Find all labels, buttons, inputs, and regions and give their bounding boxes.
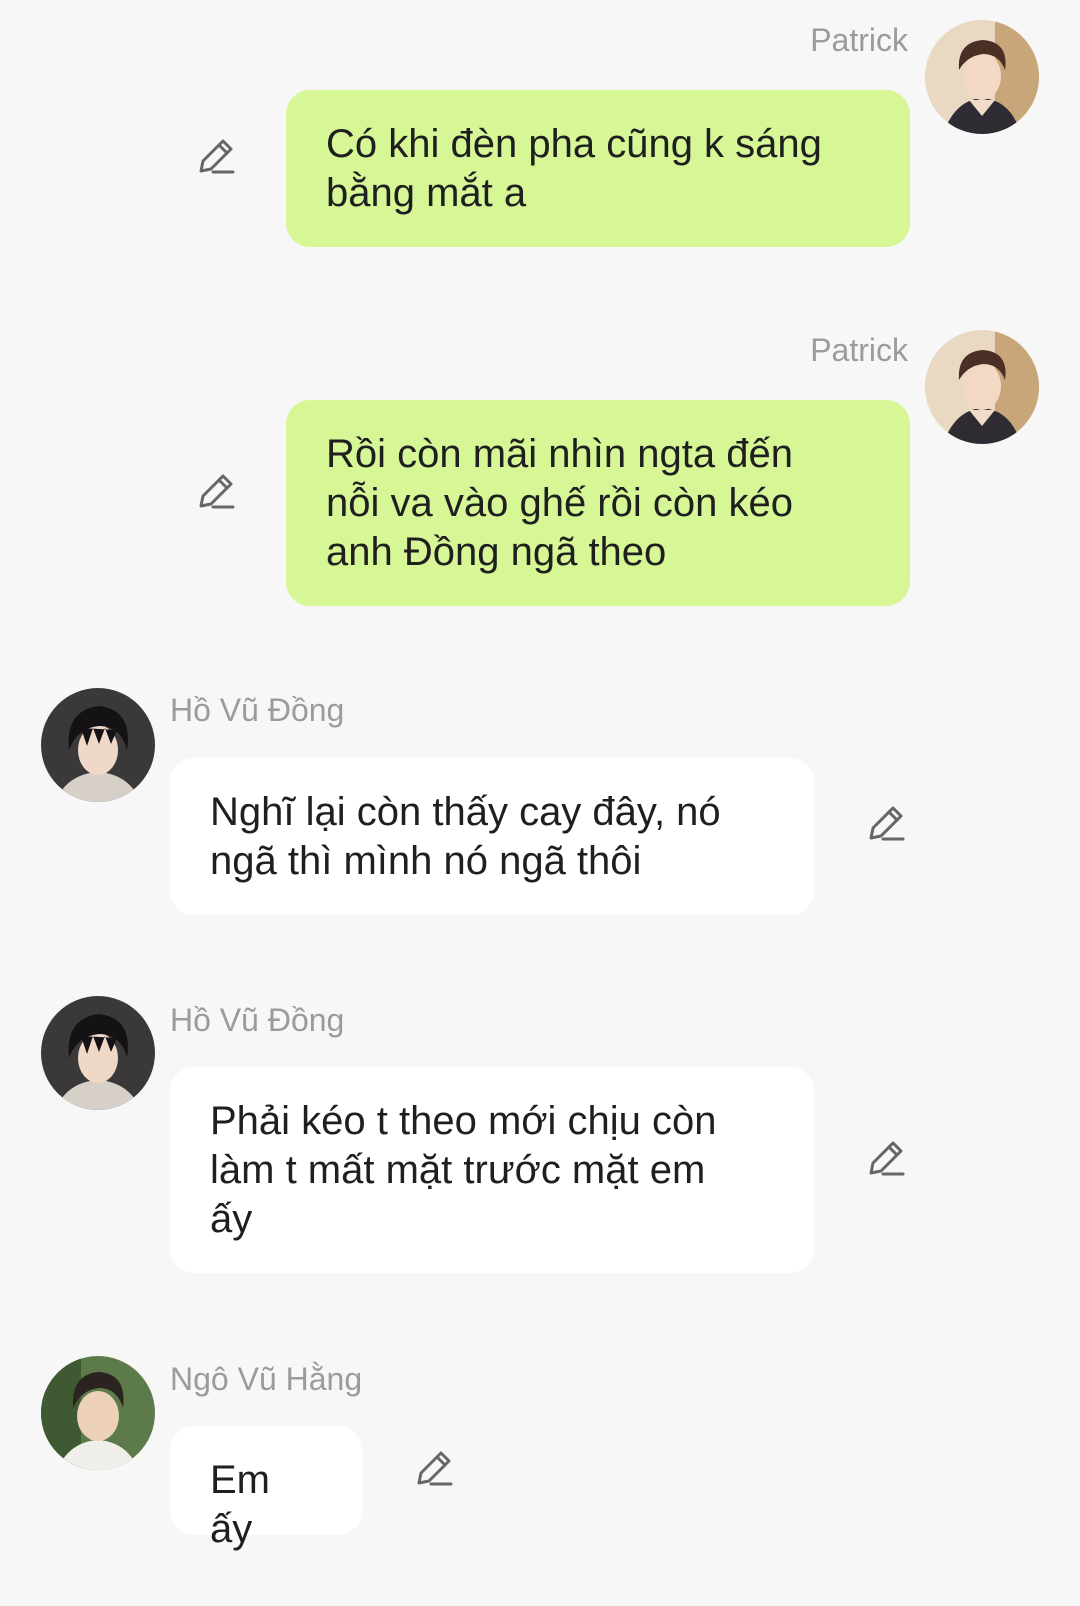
- message-text: Phải kéo t theo mới chịu còn làm t mất m…: [210, 1099, 717, 1241]
- avatar[interactable]: [41, 996, 155, 1110]
- message-text: Có khi đèn pha cũng k sáng bằng mắt a: [326, 122, 822, 215]
- avatar[interactable]: [41, 688, 155, 802]
- pencil-edit-icon[interactable]: [865, 1137, 907, 1179]
- sender-name: Ngô Vũ Hằng: [170, 1361, 363, 1397]
- message-text: Rồi còn mãi nhìn ngta đến nỗi va vào ghế…: [326, 432, 793, 574]
- avatar[interactable]: [41, 1356, 155, 1470]
- message-bubble[interactable]: Em ấy: [170, 1426, 362, 1551]
- message-bubble[interactable]: Nghĩ lại còn thấy cay đây, nó ngã thì mì…: [170, 758, 814, 915]
- sender-name: Patrick: [810, 22, 908, 58]
- message-bubble[interactable]: Rồi còn mãi nhìn ngta đến nỗi va vào ghế…: [286, 400, 910, 606]
- message-text: Em ấy: [210, 1458, 270, 1551]
- avatar[interactable]: [925, 20, 1039, 134]
- sender-name: Hồ Vũ Đồng: [170, 1002, 345, 1038]
- pencil-edit-icon[interactable]: [865, 802, 907, 844]
- pencil-edit-icon[interactable]: [195, 470, 237, 512]
- pencil-edit-icon[interactable]: [195, 135, 237, 177]
- message-text: Nghĩ lại còn thấy cay đây, nó ngã thì mì…: [210, 790, 721, 883]
- message-bubble[interactable]: Phải kéo t theo mới chịu còn làm t mất m…: [170, 1067, 814, 1273]
- message-bubble[interactable]: Có khi đèn pha cũng k sáng bằng mắt a: [286, 90, 910, 247]
- pencil-edit-icon[interactable]: [413, 1447, 455, 1489]
- sender-name: Hồ Vũ Đồng: [170, 692, 345, 728]
- sender-name: Patrick: [810, 332, 908, 368]
- avatar[interactable]: [925, 330, 1039, 444]
